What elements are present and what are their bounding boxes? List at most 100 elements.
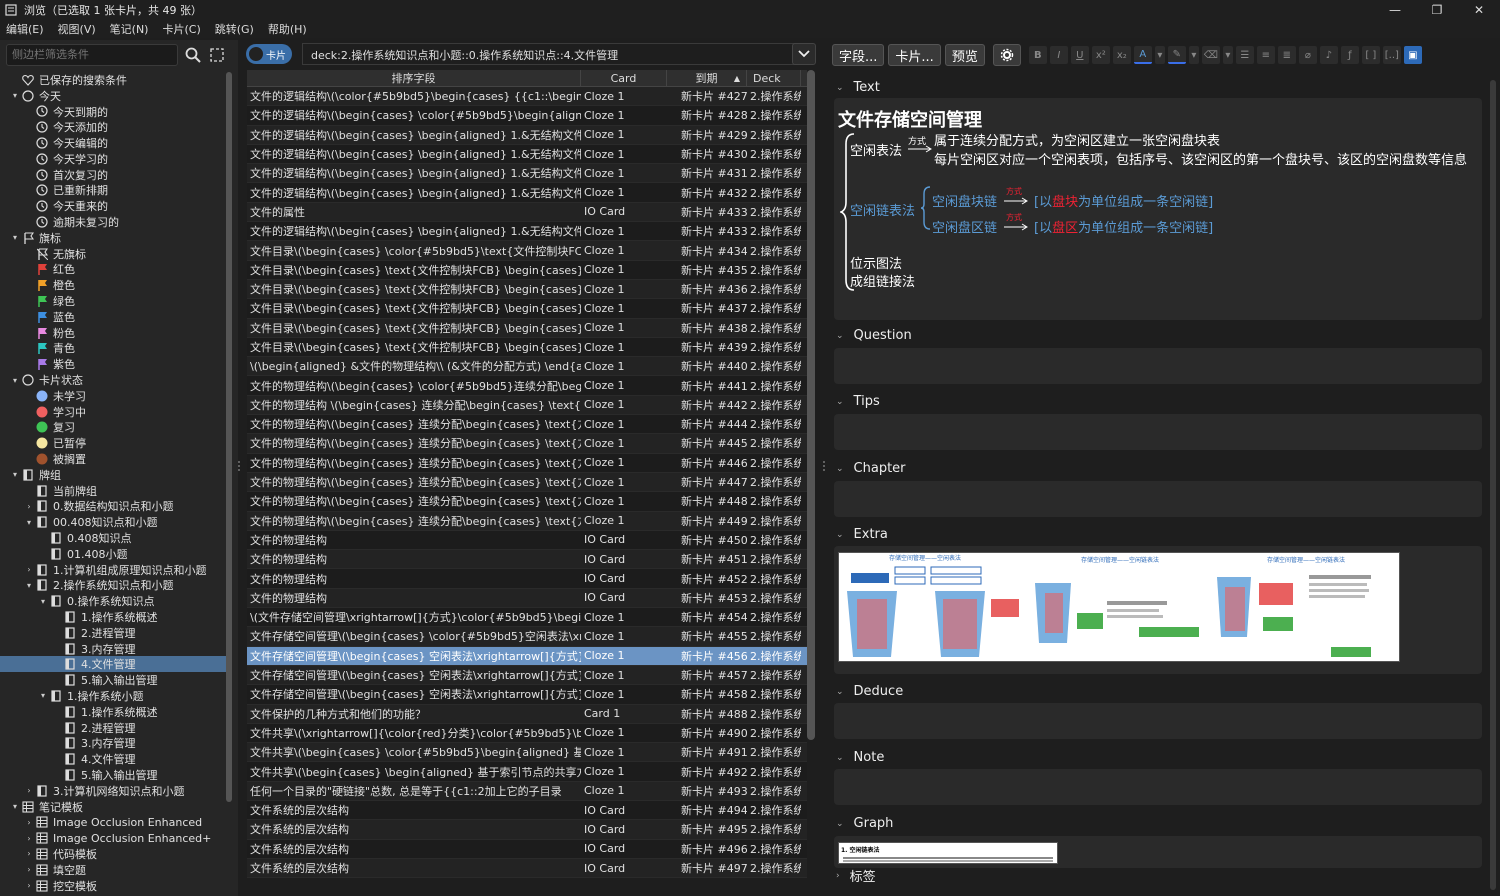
field-label-question[interactable]: ⌄ Question — [836, 328, 912, 343]
expand-arrow-icon[interactable]: › — [24, 881, 34, 890]
sidebar-item[interactable]: 橙色 — [0, 277, 226, 293]
field-deduce-editor[interactable] — [834, 703, 1482, 739]
table-row[interactable]: 文件的物理结构\(\begin{cases} 连续分配\begin{cases}… — [247, 511, 807, 531]
align-icon[interactable]: ≣ — [1277, 46, 1296, 64]
sidebar-item[interactable]: 2.进程管理 — [0, 720, 226, 736]
sidebar-item[interactable]: 1.操作系统概述 — [0, 609, 226, 625]
table-row[interactable]: 文件目录\(\begin{cases} \text{文件控制块FCB} \beg… — [247, 337, 807, 358]
field-label-note[interactable]: ⌄ Note — [836, 750, 884, 765]
sidebar-item[interactable]: 3.内存管理 — [0, 641, 226, 657]
table-row[interactable]: 文件系统的层次结构 IO Card 新卡片 #4942.操作系统知识点和小题 — [247, 800, 807, 821]
sidebar-item[interactable]: 2.进程管理 — [0, 625, 226, 641]
table-row[interactable]: 任何一个目录的"硬链接"总数, 总是等于{{c1::2加上它的子目录 Cloze … — [247, 781, 807, 801]
sidebar-item[interactable]: ▾ 0.操作系统知识点 — [0, 593, 226, 609]
search-input[interactable]: deck:2.操作系统知识点和小题::0.操作系统知识点::4.文件管理 — [302, 43, 802, 65]
collapse-chevron-icon[interactable]: ⌄ — [836, 687, 844, 697]
minimize-button[interactable]: — — [1374, 0, 1416, 20]
editor-scrollbar[interactable] — [1490, 80, 1496, 890]
sidebar-item[interactable]: 今天编辑的 — [0, 135, 226, 151]
sidebar-item[interactable]: › 3.计算机网络知识点和小题 — [0, 783, 226, 799]
column-sort-field[interactable]: 排序字段 — [247, 70, 581, 86]
field-question-editor[interactable] — [834, 348, 1482, 384]
image-occlusion-icon[interactable]: ▣ — [1403, 46, 1422, 64]
expand-arrow-icon[interactable]: › — [24, 818, 34, 827]
extra-diagram-image[interactable]: 存储空间管理——空闲表法 存储空间管理——空闲链表法 存储空间管理——空闲链表法 — [838, 552, 1400, 662]
sidebar-item[interactable]: › 挖空模板 — [0, 878, 226, 894]
sidebar-item[interactable]: ▾ 1.操作系统小题 — [0, 688, 226, 704]
field-tips-editor[interactable] — [834, 414, 1482, 450]
italic-icon[interactable]: I — [1049, 46, 1068, 64]
cloze-icon[interactable]: [..] — [1382, 46, 1401, 64]
attachment-icon[interactable]: ⌀ — [1298, 46, 1317, 64]
field-note-editor[interactable] — [834, 769, 1482, 805]
column-due[interactable]: 到期 ▲ — [667, 70, 747, 86]
collapse-chevron-icon[interactable]: › — [836, 871, 840, 881]
table-row[interactable]: 文件的物理结构\(\begin{cases} 连续分配\begin{cases}… — [247, 453, 807, 473]
sidebar-item[interactable]: › Image Occlusion Enhanced+ — [0, 830, 226, 846]
collapse-chevron-icon[interactable]: ⌄ — [836, 530, 844, 540]
bullet-list-icon[interactable]: ☰ — [1235, 46, 1254, 64]
menu-view[interactable]: 视图(V) — [58, 21, 96, 37]
field-label-chapter[interactable]: ⌄ Chapter — [836, 461, 906, 476]
sidebar-item[interactable]: 今天学习的 — [0, 151, 226, 167]
table-row[interactable]: 文件存储空间管理\(\begin{cases} 空闲表法\xrightarrow… — [247, 685, 807, 705]
table-row[interactable]: 文件保护的几种方式和他们的功能？ Card 1 新卡片 #4882.操作系统知识点和… — [247, 704, 807, 724]
table-row[interactable]: 文件存储空间管理\(\begin{cases} 空闲表法\xrightarrow… — [247, 665, 807, 686]
table-row[interactable]: \(文件存储空间管理\xrightarrow[]{方式}\color{#5b9b… — [247, 608, 807, 628]
microphone-icon[interactable]: ♪ — [1319, 46, 1338, 64]
fields-button[interactable]: 字段... — [832, 44, 885, 66]
expand-arrow-icon[interactable]: › — [24, 502, 34, 511]
table-row[interactable]: 文件的物理结构\(\begin{cases} 连续分配\begin{cases}… — [247, 492, 807, 512]
sidebar-item[interactable]: 已保存的搜索条件 — [0, 72, 226, 88]
field-text-editor[interactable]: 文件存储空间管理 空闲表法 方式 属于连续分配方式，为空闲区建立一张空闲盘块表 … — [834, 98, 1482, 320]
table-row[interactable]: 文件系统的层次结构 IO Card 新卡片 #4962.操作系统知识点和小题 — [247, 839, 807, 859]
field-chapter-editor[interactable] — [834, 481, 1482, 517]
sidebar-scrollbar[interactable] — [226, 72, 232, 802]
sidebar-item[interactable]: 被搁置 — [0, 451, 226, 467]
sidebar-item[interactable]: 已暂停 — [0, 435, 226, 451]
sidebar-item[interactable]: 5.输入输出管理 — [0, 767, 226, 783]
table-row[interactable]: 文件的逻辑结构\(\begin{cases} \begin{aligned} 1… — [247, 183, 807, 203]
numbered-list-icon[interactable]: ≡ — [1256, 46, 1275, 64]
collapse-chevron-icon[interactable]: ⌄ — [836, 753, 844, 763]
sidebar-item[interactable]: 首次复习的 — [0, 167, 226, 183]
sidebar-item[interactable]: ▾ 今天 — [0, 88, 226, 104]
expand-arrow-icon[interactable]: ▾ — [10, 233, 20, 242]
expand-arrow-icon[interactable]: › — [24, 834, 34, 843]
table-row[interactable]: 文件的物理结构\(\begin{cases} 连续分配\begin{cases}… — [247, 415, 807, 435]
splitter-handle-left[interactable] — [237, 460, 241, 472]
table-row[interactable]: 文件目录\(\begin{cases} \text{文件控制块FCB} \beg… — [247, 299, 807, 319]
collapse-chevron-icon[interactable]: ⌄ — [836, 397, 844, 407]
sidebar-item[interactable]: 0.408知识点 — [0, 530, 226, 546]
field-label-extra[interactable]: ⌄ Extra — [836, 527, 888, 542]
field-label-text[interactable]: ⌄ Text — [836, 80, 880, 95]
formula-icon[interactable]: ƒ — [1340, 46, 1359, 64]
sidebar-item[interactable]: 1.操作系统概述 — [0, 704, 226, 720]
expand-arrow-icon[interactable]: ▾ — [10, 91, 20, 100]
bold-icon[interactable]: B — [1028, 46, 1047, 64]
sidebar-item[interactable]: ▾ 2.操作系统知识点和小题 — [0, 578, 226, 594]
table-row[interactable]: 文件的物理结构 IO Card 新卡片 #4532.操作系统知识点和小题 — [247, 588, 807, 609]
sidebar-item[interactable]: › 0.数据结构知识点和小题 — [0, 499, 226, 515]
sidebar-item[interactable]: 已重新排期 — [0, 183, 226, 199]
bracket-icon[interactable]: [ ] — [1361, 46, 1380, 64]
sidebar-item[interactable]: ▾ 卡片状态 — [0, 372, 226, 388]
table-row[interactable]: 文件的属性 IO Card 新卡片 #4332.操作系统知识点和小题 — [247, 202, 807, 223]
table-row[interactable]: 文件系统的层次结构 IO Card 新卡片 #4952.操作系统知识点和小题 — [247, 820, 807, 840]
superscript-icon[interactable]: x² — [1091, 46, 1110, 64]
sidebar-item[interactable]: ▾ 00.408知识点和小题 — [0, 514, 226, 530]
sidebar-search-input[interactable] — [6, 44, 178, 66]
table-row[interactable]: 文件的物理结构\(\begin{cases} 连续分配\begin{cases}… — [247, 434, 807, 454]
sidebar-item[interactable]: 01.408小题 — [0, 546, 226, 562]
expand-arrow-icon[interactable]: ▾ — [10, 376, 20, 385]
sidebar-item[interactable]: › 1.计算机组成原理知识点和小题 — [0, 562, 226, 578]
table-row[interactable]: \(\begin{aligned} &文件的物理结构\\ (&文件的分配方式) … — [247, 357, 807, 377]
table-row[interactable]: 文件的逻辑结构\(\begin{cases} \begin{aligned} 1… — [247, 164, 807, 184]
menu-cards[interactable]: 卡片(C) — [162, 21, 200, 37]
sidebar-item[interactable]: 粉色 — [0, 325, 226, 341]
sidebar-item[interactable]: 当前牌组 — [0, 483, 226, 499]
collapse-chevron-icon[interactable]: ⌄ — [836, 464, 844, 474]
sidebar-item[interactable]: 逾期未复习的 — [0, 214, 226, 230]
maximize-button[interactable]: ❐ — [1416, 0, 1458, 20]
cards-button[interactable]: 卡片... — [888, 44, 941, 66]
